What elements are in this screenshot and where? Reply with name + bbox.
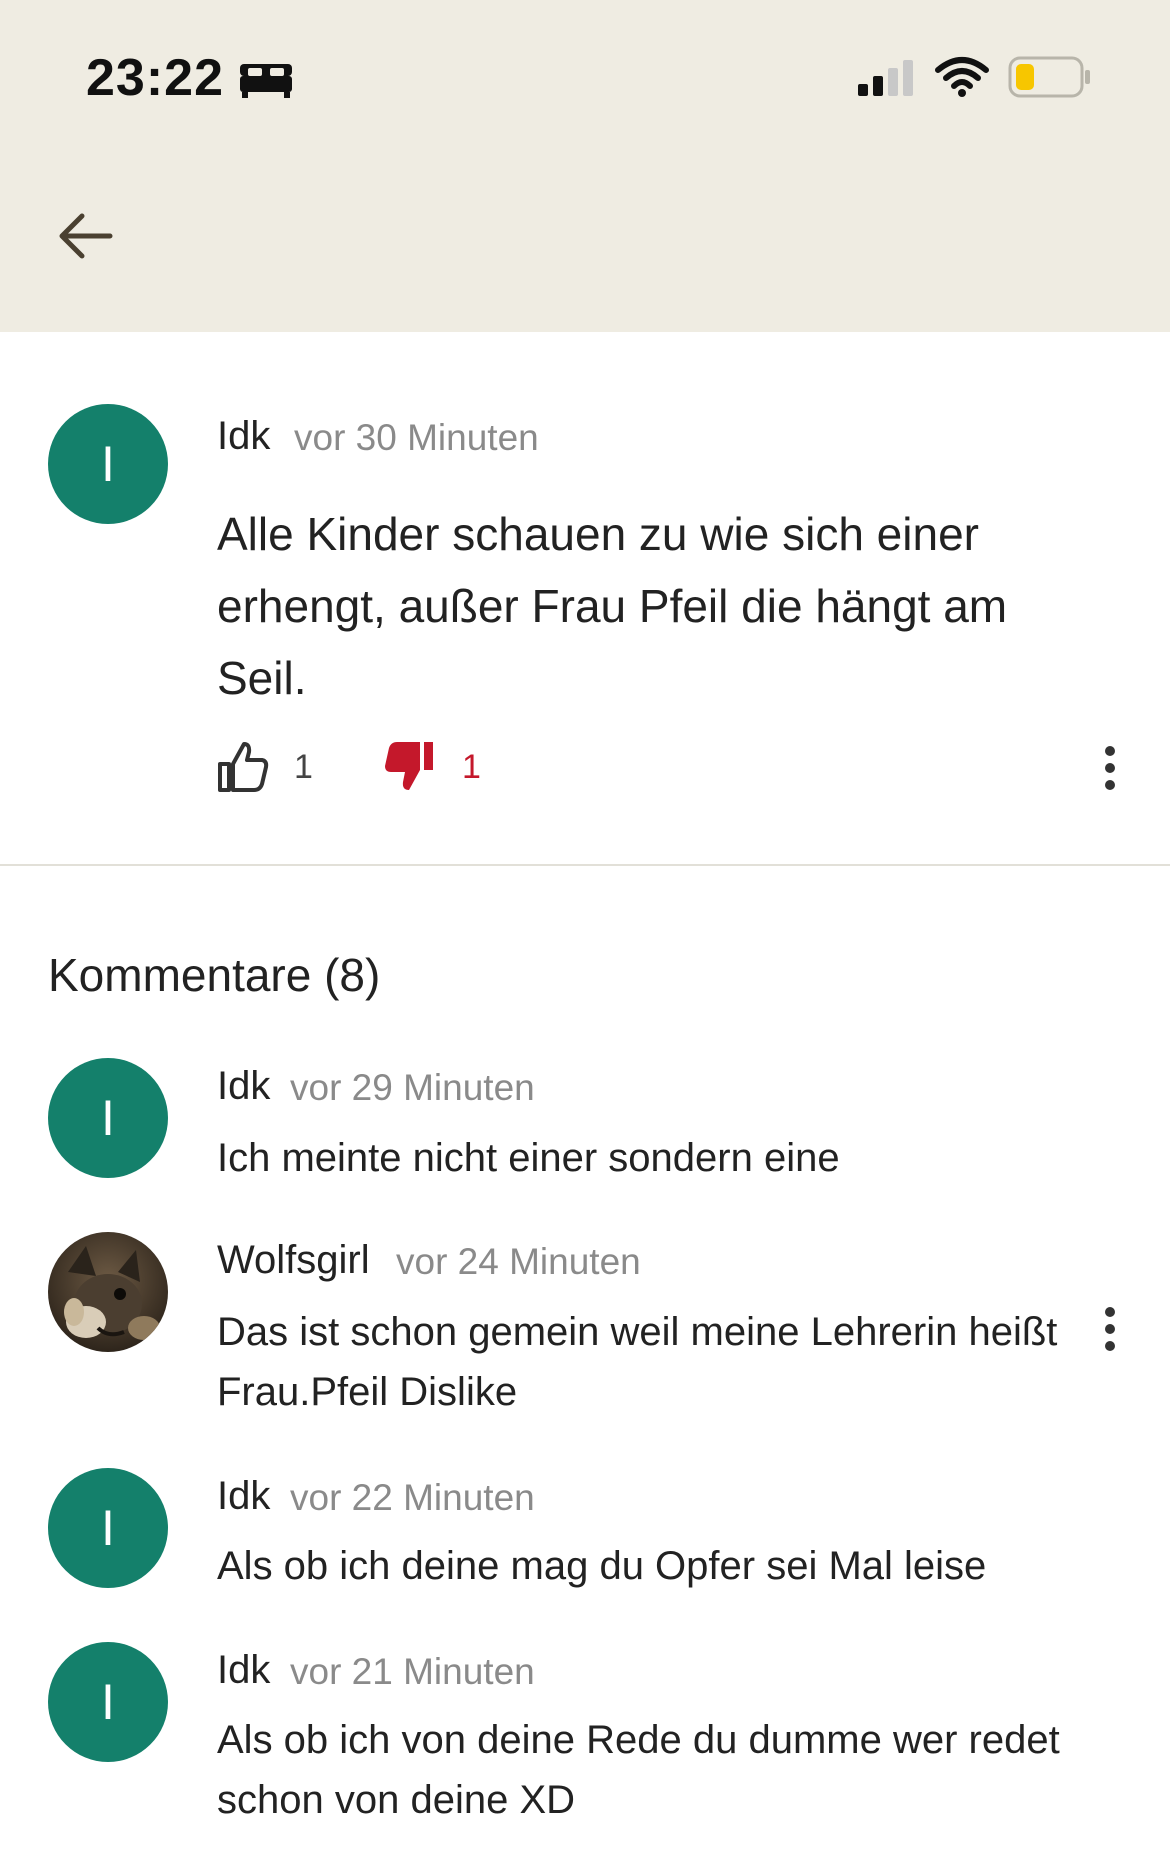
- battery-icon: [1008, 56, 1090, 98]
- comment-text: Als ob ich deine mag du Opfer sei Mal le…: [217, 1544, 987, 1588]
- app-header: [0, 140, 1170, 332]
- comment-avatar[interactable]: I: [48, 1058, 168, 1178]
- comment-time: vor 24 Minuten: [396, 1241, 641, 1282]
- comment-author[interactable]: Idk: [217, 1474, 270, 1519]
- comment-author[interactable]: Idk: [217, 1064, 270, 1109]
- dislike-button[interactable]: [383, 740, 437, 794]
- divider: [0, 864, 1170, 866]
- comment-time: vor 21 Minuten: [290, 1651, 535, 1692]
- status-time: 23:22: [86, 49, 224, 107]
- status-bar: 23:22: [0, 0, 1170, 140]
- post-time: vor 30 Minuten: [294, 417, 539, 458]
- back-button[interactable]: [54, 204, 118, 268]
- post-more-icon[interactable]: [1095, 743, 1125, 793]
- post-avatar[interactable]: I: [48, 404, 168, 524]
- wifi-icon: [935, 57, 989, 97]
- comment-author[interactable]: Idk: [217, 1648, 270, 1693]
- comment-text: Ich meinte nicht einer sondern eine: [217, 1136, 840, 1180]
- comment-author[interactable]: Wolfsgirl: [217, 1238, 370, 1283]
- comment-text: Das ist schon gemein weil meine Lehrerin…: [217, 1310, 1058, 1414]
- wolf-avatar-image[interactable]: [48, 1232, 168, 1352]
- comment-avatar[interactable]: I: [48, 1468, 168, 1588]
- comment-time: vor 22 Minuten: [290, 1477, 535, 1518]
- comment-text: Als ob ich von deine Rede du dumme wer r…: [217, 1718, 1060, 1822]
- like-count: 1: [294, 748, 313, 786]
- post-author[interactable]: Idk: [217, 414, 270, 459]
- comment-avatar[interactable]: I: [48, 1642, 168, 1762]
- comment-time: vor 29 Minuten: [290, 1067, 535, 1108]
- comments-heading: Kommentare (8): [48, 949, 381, 1001]
- comment-more-icon[interactable]: [1095, 1304, 1125, 1354]
- post-text: Alle Kinder schauen zu wie sich einer er…: [217, 508, 1008, 704]
- like-button[interactable]: [216, 740, 270, 794]
- signal-icon: [858, 60, 913, 96]
- dislike-count: 1: [462, 748, 481, 786]
- bed-icon: [240, 64, 292, 98]
